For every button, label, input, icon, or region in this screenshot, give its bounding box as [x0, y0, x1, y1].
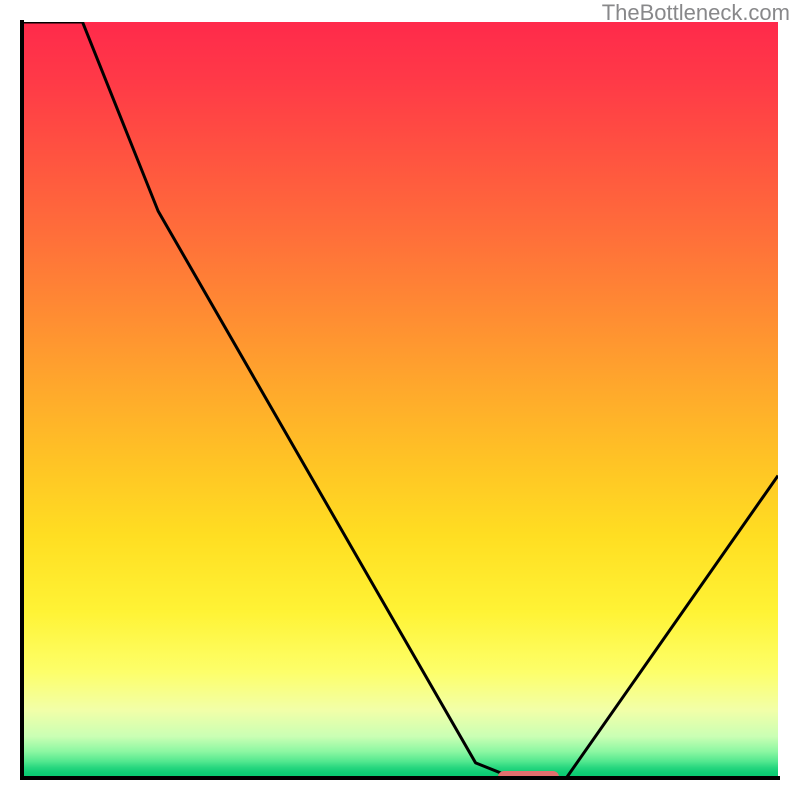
plot-area [22, 22, 778, 778]
watermark-text: TheBottleneck.com [602, 0, 790, 26]
x-axis [20, 776, 780, 780]
bottleneck-curve [22, 22, 778, 778]
curve-layer [22, 22, 778, 778]
bottleneck-chart: TheBottleneck.com [0, 0, 800, 800]
y-axis [20, 20, 24, 780]
